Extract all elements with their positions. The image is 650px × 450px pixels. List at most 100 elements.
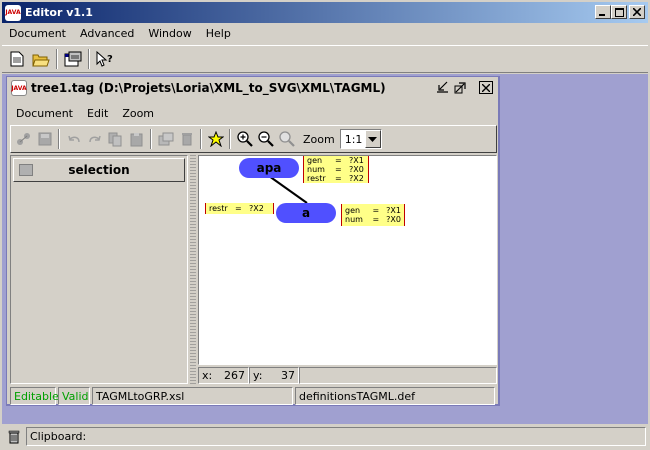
- title-bar: JAVA Editor v1.1: [2, 2, 648, 23]
- java-icon: JAVA: [11, 80, 27, 96]
- node-apa-features: gen = ?X1 num = ?X0 restr = ?X2: [303, 156, 369, 183]
- paste-icon: [130, 132, 143, 146]
- coordinate-filler: [299, 367, 497, 384]
- feature-row: num = ?X0: [345, 215, 401, 224]
- window-title: Editor v1.1: [25, 6, 93, 19]
- minimize-button[interactable]: [595, 5, 611, 19]
- zoom-in-button[interactable]: [234, 128, 255, 150]
- document-title-bar: JAVA tree1.tag (D:\Projets\Loria\XML_to_…: [7, 77, 499, 99]
- toolbar-separator: [229, 129, 231, 149]
- menu-advanced[interactable]: Advanced: [73, 27, 141, 40]
- menu-edit[interactable]: Edit: [80, 107, 115, 120]
- node-apa-label: apa: [256, 161, 282, 175]
- copy-button[interactable]: [105, 128, 126, 150]
- document-title: tree1.tag (D:\Projets\Loria\XML_to_SVG\X…: [31, 81, 386, 95]
- menu-document[interactable]: Document: [9, 107, 80, 120]
- selection-button[interactable]: selection: [13, 158, 185, 182]
- properties-button[interactable]: [61, 48, 85, 70]
- tree-button[interactable]: [13, 128, 34, 150]
- toolbar-separator: [88, 49, 90, 69]
- java-icon: JAVA: [5, 4, 21, 21]
- copy-icon: [108, 132, 122, 146]
- close-icon: [482, 83, 490, 92]
- open-button[interactable]: [29, 48, 53, 70]
- zoom-dropdown-button[interactable]: [364, 130, 381, 148]
- properties-icon: [158, 132, 173, 146]
- def-file: definitionsTAGML.def: [295, 387, 495, 405]
- document-status-bar: Editable Valid TAGMLtoGRP.xsl definition…: [10, 387, 497, 405]
- selection-label: selection: [68, 163, 130, 177]
- redo-icon: [88, 135, 101, 143]
- close-frame-button[interactable]: [479, 81, 493, 94]
- properties-button[interactable]: [155, 128, 176, 150]
- trash-button[interactable]: [6, 429, 22, 445]
- minimize-frame-button[interactable]: [435, 81, 449, 94]
- feature-row: num = ?X0: [307, 165, 364, 174]
- y-coordinate: y: 37: [249, 367, 299, 384]
- coordinate-bar: x: 267 y: 37: [198, 366, 497, 385]
- zoom-fit-icon: [278, 131, 295, 147]
- editable-status: Editable: [10, 387, 59, 405]
- maximize-button[interactable]: [611, 5, 627, 19]
- menu-help[interactable]: Help: [199, 27, 238, 40]
- graph-canvas[interactable]: apa gen = ?X1 num = ?X0 restr = ?X2 restr = ?X2 …: [198, 155, 497, 365]
- node-a-left-features: restr = ?X2: [205, 203, 274, 214]
- undo-button[interactable]: [63, 128, 84, 150]
- star-icon: [207, 131, 224, 147]
- feature-row: gen = ?X1: [345, 206, 401, 215]
- svg-text:?: ?: [107, 54, 113, 65]
- new-document-button[interactable]: [5, 48, 29, 70]
- close-button[interactable]: [629, 5, 645, 19]
- star-button[interactable]: [205, 128, 226, 150]
- paste-button[interactable]: [126, 128, 147, 150]
- zoom-out-button[interactable]: [255, 128, 276, 150]
- context-help-button[interactable]: ?: [93, 48, 117, 70]
- feature-row: restr = ?X2: [209, 204, 264, 213]
- minimize-icon: [599, 14, 605, 16]
- toolbar-separator: [56, 49, 58, 69]
- new-document-icon: [10, 51, 24, 67]
- valid-status: Valid: [58, 387, 90, 405]
- menu-document[interactable]: Document: [2, 27, 73, 40]
- redo-button[interactable]: [84, 128, 105, 150]
- menu-window[interactable]: Window: [141, 27, 198, 40]
- delete-button[interactable]: [176, 128, 197, 150]
- context-help-icon: ?: [96, 51, 113, 67]
- node-a-label: a: [301, 206, 311, 220]
- main-toolbar: ?: [2, 45, 648, 73]
- toolbar-separator: [200, 129, 202, 149]
- maximize-icon: [614, 7, 624, 17]
- zoom-select-value: 1:1: [344, 132, 363, 146]
- x-coordinate: x: 267: [198, 367, 249, 384]
- zoom-select[interactable]: 1:1: [339, 129, 382, 149]
- left-panel: selection: [10, 155, 188, 384]
- editor-window: JAVA Editor v1.1 Document Advanced Windo…: [0, 0, 650, 450]
- panel-splitter[interactable]: [190, 155, 196, 385]
- zoom-label: Zoom: [303, 132, 335, 146]
- graph-edge: [268, 175, 308, 204]
- toolbar-separator: [150, 129, 152, 149]
- menu-zoom[interactable]: Zoom: [115, 107, 161, 120]
- tree-icon: [16, 133, 30, 145]
- feature-row: restr = ?X2: [307, 174, 364, 183]
- node-apa[interactable]: apa: [239, 158, 299, 178]
- save-button[interactable]: [34, 128, 55, 150]
- undo-icon: [67, 135, 80, 143]
- properties-icon: [64, 51, 82, 67]
- toolbar-separator: [58, 129, 60, 149]
- zoom-fit-button[interactable]: [276, 128, 297, 150]
- document-toolbar: Zoom 1:1: [10, 125, 497, 153]
- maximize-frame-button[interactable]: [453, 81, 467, 94]
- node-a-features: gen = ?X1 num = ?X0: [341, 204, 405, 226]
- delete-icon: [181, 133, 192, 146]
- document-window: JAVA tree1.tag (D:\Projets\Loria\XML_to_…: [6, 76, 500, 406]
- desktop-area: JAVA tree1.tag (D:\Projets\Loria\XML_to_…: [2, 74, 648, 424]
- graph-edges: [268, 175, 308, 204]
- close-icon: [633, 8, 641, 16]
- node-a[interactable]: a: [276, 203, 336, 223]
- save-icon: [38, 132, 51, 146]
- chevron-down-icon: [368, 136, 378, 142]
- document-menu-bar: Document Edit Zoom: [7, 103, 499, 123]
- zoom-out-icon: [257, 131, 274, 147]
- open-folder-icon: [32, 54, 50, 66]
